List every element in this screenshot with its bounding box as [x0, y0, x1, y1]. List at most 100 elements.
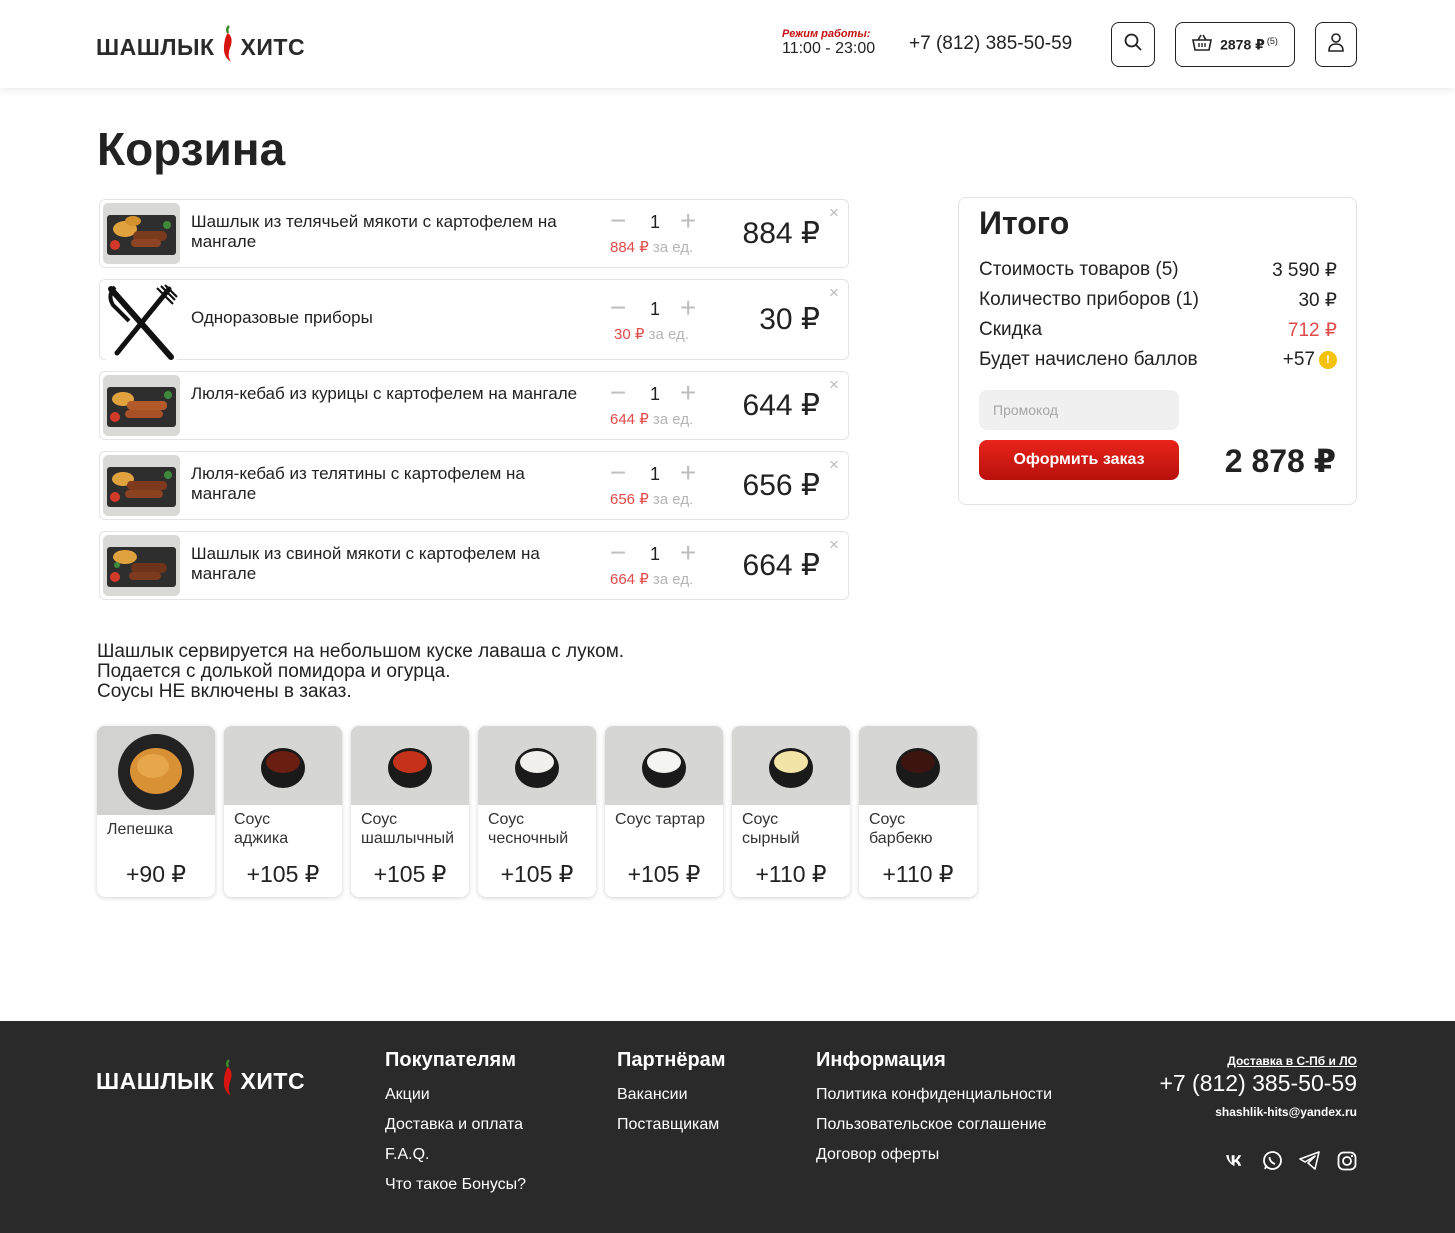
header-phone[interactable]: +7 (812) 385-50-59: [909, 33, 1072, 55]
footer-col-buyers: Покупателям Акции Доставка и оплата F.A.…: [385, 1049, 526, 1206]
footer-link-privacy[interactable]: Политика конфиденциальности: [816, 1086, 1052, 1104]
item-name[interactable]: Люля-кебаб из телятины с картофелем на м…: [191, 464, 581, 504]
page-title: Корзина: [97, 123, 286, 175]
item-image: [103, 455, 180, 516]
remove-item-button[interactable]: ×: [829, 204, 839, 221]
addon-price: +105 ₽: [500, 861, 574, 887]
addon-card-shashlik-sauce[interactable]: Соус шашлычный +105 ₽: [351, 726, 469, 897]
item-name[interactable]: Люля-кебаб из курицы с картофелем на ман…: [191, 384, 581, 404]
item-unit-price: 644 ₽ за ед.: [610, 411, 694, 428]
addon-image: [351, 726, 469, 805]
footer-link-delivery[interactable]: Доставка и оплата: [385, 1116, 526, 1134]
footer-link-offer[interactable]: Договор оферты: [816, 1146, 1052, 1164]
footer-col-title: Покупателям: [385, 1049, 517, 1071]
footer-link-promos[interactable]: Акции: [385, 1086, 526, 1104]
qty-decrease-button[interactable]: −: [610, 459, 626, 487]
telegram-icon[interactable]: [1299, 1150, 1320, 1171]
footer-phone[interactable]: +7 (812) 385-50-59: [1159, 1070, 1357, 1097]
footer-col-info: Информация Политика конфиденциальности П…: [816, 1049, 1052, 1176]
addon-name: Соус сырный: [742, 811, 800, 847]
addon-image: [224, 726, 342, 805]
cart-count: (5): [1266, 35, 1278, 46]
footer-link-faq[interactable]: F.A.Q.: [385, 1146, 526, 1164]
promo-code-input[interactable]: [979, 390, 1179, 430]
vk-icon[interactable]: [1225, 1150, 1246, 1171]
item-unit-price: 664 ₽ за ед.: [610, 571, 694, 588]
addon-card-bbq-sauce[interactable]: Соус барбекю +110 ₽: [859, 726, 977, 897]
qty-decrease-button[interactable]: −: [610, 207, 626, 235]
remove-item-button[interactable]: ×: [829, 536, 839, 553]
logo[interactable]: ШАШЛЫК ХИТС: [96, 24, 305, 70]
footer-email[interactable]: shashlik-hits@yandex.ru: [1159, 1105, 1357, 1119]
working-hours: Режим работы: 11:00 - 23:00: [782, 29, 875, 57]
qty-decrease-button[interactable]: −: [610, 379, 626, 407]
item-name[interactable]: Шашлык из свиной мякоти с картофелем на …: [191, 544, 581, 584]
order-summary: Итого Стоимость товаров (5) 3 590 ₽ Коли…: [958, 197, 1357, 505]
addon-price: +110 ₽: [882, 861, 954, 887]
qty-decrease-button[interactable]: −: [610, 539, 626, 567]
addon-image: [605, 726, 723, 805]
logo-text-left: ШАШЛЫК: [96, 1067, 215, 1094]
summary-row-goods: Стоимость товаров (5) 3 590 ₽: [979, 259, 1337, 281]
user-icon: [1327, 32, 1345, 57]
addon-name: Лепешка: [107, 821, 174, 838]
qty-increase-button[interactable]: +: [680, 207, 696, 235]
pepper-icon: [221, 1058, 235, 1104]
addon-price: +105 ₽: [627, 861, 701, 887]
site-footer: ШАШЛЫК ХИТС Покупателям Акции Доставка и…: [0, 1021, 1455, 1233]
logo-text-right: ХИТС: [240, 1067, 306, 1094]
qty-increase-button[interactable]: +: [680, 379, 696, 407]
footer-contacts: Доставка в С-Пб и ЛО +7 (812) 385-50-59 …: [1159, 1054, 1357, 1119]
item-quantity: 1: [650, 464, 661, 484]
footer-link-terms[interactable]: Пользовательское соглашение: [816, 1116, 1052, 1134]
coin-icon: !: [1319, 351, 1337, 369]
remove-item-button[interactable]: ×: [829, 456, 839, 473]
footer-link-vacancies[interactable]: Вакансии: [617, 1086, 726, 1104]
remove-item-button[interactable]: ×: [829, 376, 839, 393]
whatsapp-icon[interactable]: [1262, 1150, 1283, 1171]
summary-row-cutlery: Количество приборов (1) 30 ₽: [979, 289, 1337, 311]
addon-card-adjika[interactable]: Соус аджика +105 ₽: [224, 726, 342, 897]
item-total: 884 ₽: [742, 217, 820, 250]
summary-row-discount: Скидка 712 ₽: [979, 319, 1337, 341]
item-total: 664 ₽: [742, 549, 820, 582]
cart-total: 2878 ₽ (5): [1220, 35, 1278, 53]
qty-increase-button[interactable]: +: [680, 459, 696, 487]
item-name[interactable]: Одноразовые приборы: [191, 308, 581, 328]
item-total: 644 ₽: [742, 389, 820, 422]
addon-image: [478, 726, 596, 805]
addon-price: +105 ₽: [246, 861, 320, 887]
pepper-icon: [221, 24, 235, 70]
footer-link-bonuses[interactable]: Что такое Бонусы?: [385, 1176, 526, 1194]
cart-button[interactable]: 2878 ₽ (5): [1175, 22, 1295, 67]
addon-name: Соус чесночный: [488, 811, 569, 847]
summary-row-bonus: Будет начислено баллов +57!: [979, 349, 1337, 371]
search-button[interactable]: [1111, 22, 1155, 67]
addon-card-flatbread[interactable]: Лепешка +90 ₽: [97, 726, 215, 897]
serving-note: Шашлык сервируется на небольшом куске ла…: [97, 641, 625, 702]
qty-increase-button[interactable]: +: [680, 294, 696, 322]
qty-decrease-button[interactable]: −: [610, 294, 626, 322]
logo-text-left: ШАШЛЫК: [96, 33, 215, 60]
addon-image: [859, 726, 977, 805]
addon-card-garlic-sauce[interactable]: Соус чесночный +105 ₽: [478, 726, 596, 897]
item-image: [103, 203, 180, 264]
addon-price: +90 ₽: [125, 861, 187, 887]
user-button[interactable]: [1315, 22, 1357, 67]
remove-item-button[interactable]: ×: [829, 284, 839, 301]
addon-card-cheese-sauce[interactable]: Соус сырный +110 ₽: [732, 726, 850, 897]
addon-name: Соус шашлычный: [361, 811, 455, 847]
footer-logo[interactable]: ШАШЛЫК ХИТС: [96, 1058, 305, 1104]
footer-col-partners: Партнёрам Вакансии Поставщикам: [617, 1049, 726, 1146]
instagram-icon[interactable]: [1336, 1150, 1357, 1171]
place-order-button[interactable]: Оформить заказ: [979, 440, 1179, 480]
item-total: 656 ₽: [742, 469, 820, 502]
item-name[interactable]: Шашлык из телячьей мякоти с картофелем н…: [191, 212, 581, 252]
site-header: ШАШЛЫК ХИТС Режим работы: 11:00 - 23:00 …: [0, 0, 1455, 88]
qty-increase-button[interactable]: +: [680, 539, 696, 567]
item-unit-price: 656 ₽ за ед.: [610, 491, 694, 508]
addon-card-tartar-sauce[interactable]: Соус тартар +105 ₽: [605, 726, 723, 897]
footer-delivery-link[interactable]: Доставка в С-Пб и ЛО: [1159, 1054, 1357, 1068]
addon-name: Соус тартар: [615, 811, 706, 828]
footer-link-suppliers[interactable]: Поставщикам: [617, 1116, 726, 1134]
